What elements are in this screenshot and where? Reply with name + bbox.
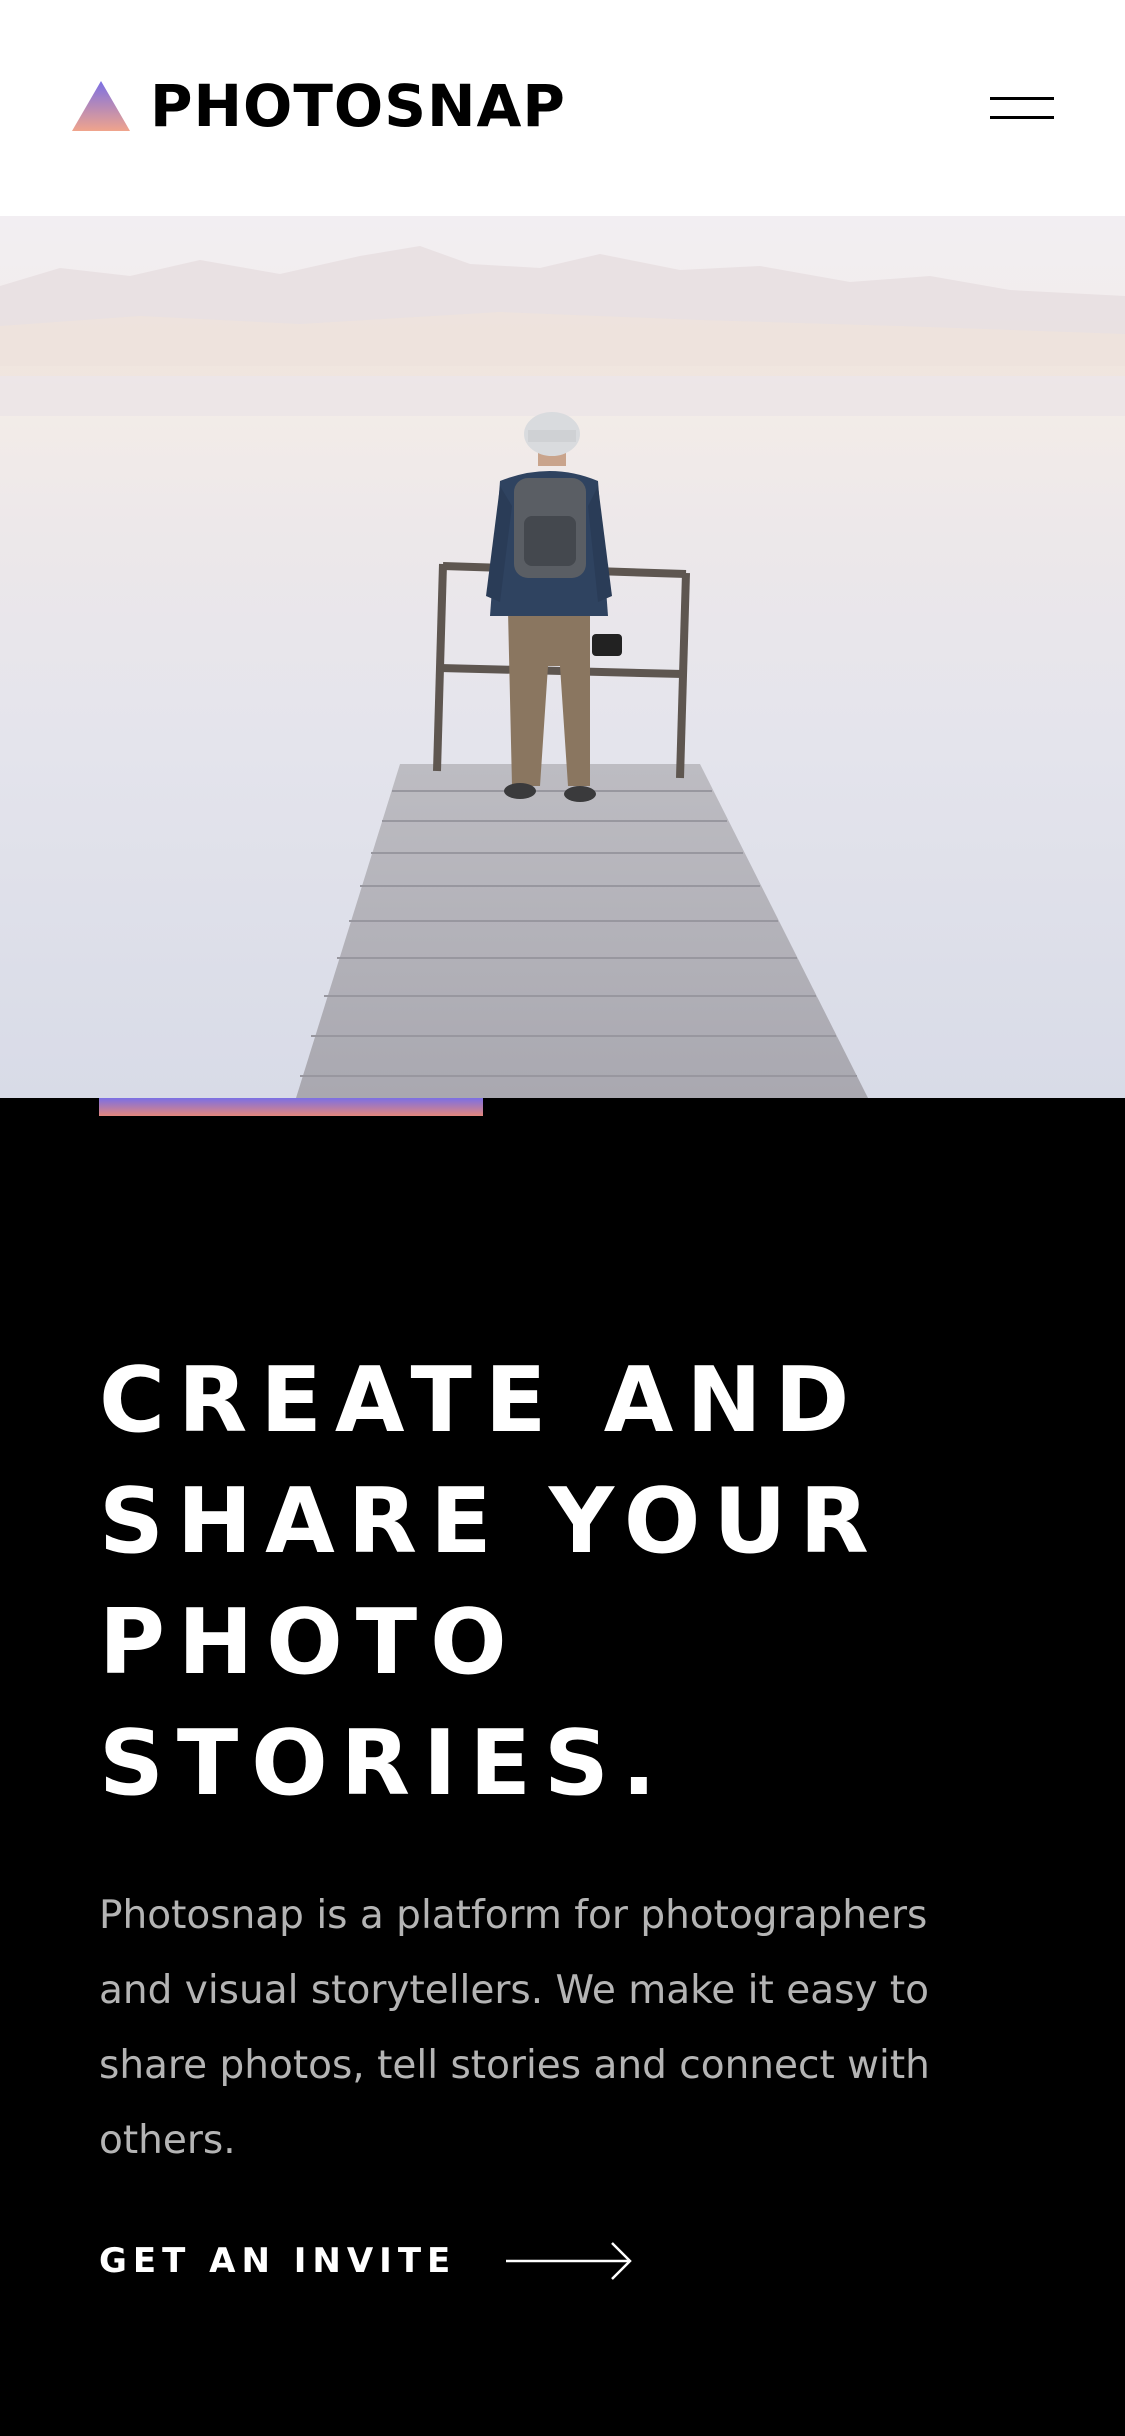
headline-line: SHARE YOUR bbox=[99, 1469, 882, 1574]
triangle-logo-icon bbox=[72, 81, 130, 131]
brand-logo[interactable]: PHOTOSNAP bbox=[72, 76, 566, 136]
intro-section: CREATE AND SHARE YOUR PHOTO STORIES. Pho… bbox=[99, 1340, 1039, 2178]
brand-name: PHOTOSNAP bbox=[150, 72, 566, 140]
get-invite-link[interactable]: GET AN INVITE bbox=[99, 2236, 634, 2286]
page-title: CREATE AND SHARE YOUR PHOTO STORIES. bbox=[99, 1340, 1039, 1824]
site-header: PHOTOSNAP bbox=[0, 0, 1125, 216]
headline-line: CREATE AND bbox=[99, 1348, 863, 1453]
pier-photo bbox=[0, 216, 1125, 1098]
accent-gradient-bar bbox=[99, 1098, 483, 1116]
arrow-right-icon bbox=[506, 2242, 633, 2280]
headline-line: PHOTO bbox=[99, 1590, 520, 1695]
headline-line: STORIES. bbox=[99, 1711, 669, 1816]
cta-label: GET AN INVITE bbox=[99, 2241, 457, 2281]
hero-image bbox=[0, 216, 1125, 1098]
hamburger-menu-icon[interactable] bbox=[990, 94, 1054, 122]
intro-description: Photosnap is a platform for photographer… bbox=[99, 1893, 930, 2163]
